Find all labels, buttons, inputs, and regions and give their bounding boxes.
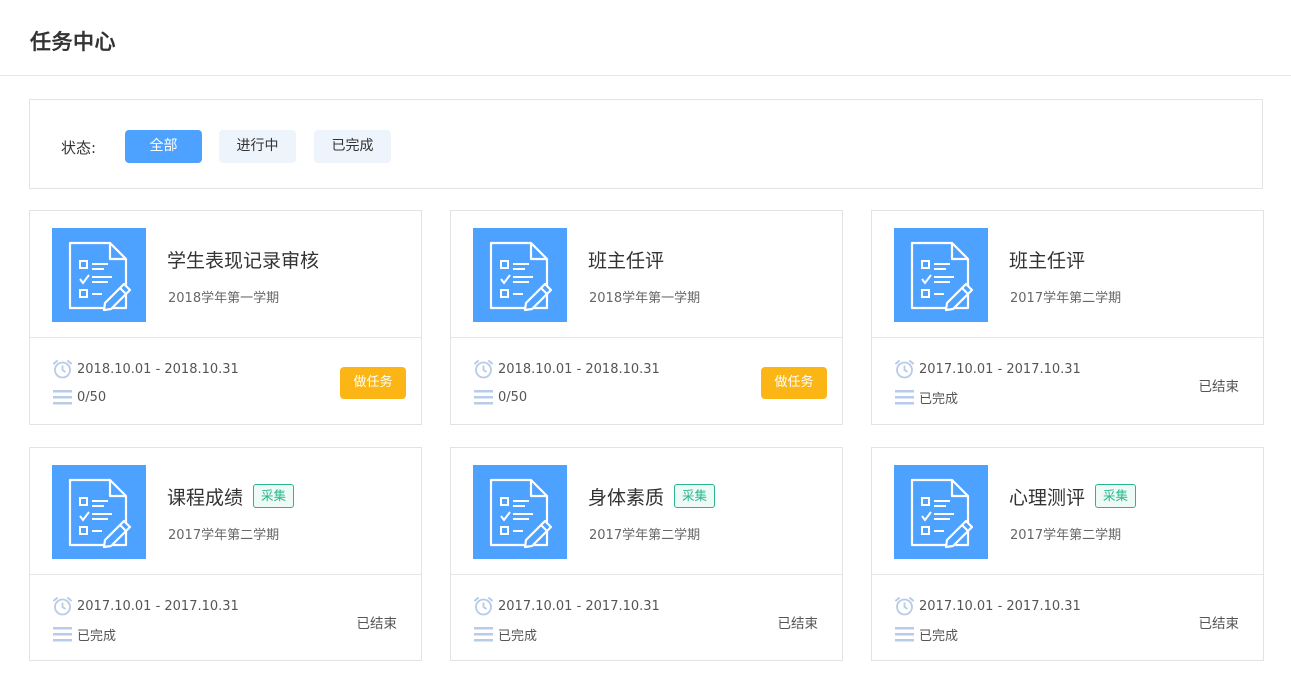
task-ended-status: 已结束 (1198, 616, 1240, 632)
task-date-range: 2017.10.01 - 2017.10.31 (919, 361, 1081, 377)
status-filter-label: 状态: (61, 139, 97, 157)
task-term: 2018学年第一学期 (168, 291, 280, 306)
card-divider (30, 574, 421, 575)
task-card[interactable]: 课程成绩 采集 2017学年第二学期 2017.10.01 - 2017.10.3… (29, 447, 422, 661)
task-date-range: 2017.10.01 - 2017.10.31 (919, 598, 1081, 614)
card-divider (872, 337, 1263, 338)
task-progress: 已完成 (919, 391, 959, 407)
page-header: 任务中心 (0, 0, 1291, 76)
task-term: 2017学年第二学期 (589, 528, 701, 543)
task-card[interactable]: 心理测评 采集 2017学年第二学期 2017.10.01 - 2017.10.3… (871, 447, 1264, 661)
task-card[interactable]: 学生表现记录审核 2018学年第一学期 2018.10.01 - 2018.10… (29, 210, 422, 425)
task-term: 2017学年第二学期 (1010, 291, 1122, 306)
page-title: 任务中心 (30, 30, 116, 54)
task-ended-status: 已结束 (356, 616, 398, 632)
list-lines-icon (894, 387, 915, 407)
alarm-clock-icon (473, 359, 494, 379)
alarm-clock-icon (52, 596, 73, 616)
task-title: 学生表现记录审核 (167, 249, 320, 272)
task-title: 班主任评 (1009, 249, 1086, 272)
task-title: 课程成绩 (167, 486, 244, 509)
task-document-icon (52, 228, 146, 322)
task-term: 2017学年第二学期 (1010, 528, 1122, 543)
alarm-clock-icon (894, 596, 915, 616)
do-task-button[interactable]: 做任务 (340, 367, 406, 399)
task-progress: 已完成 (498, 628, 538, 644)
task-card[interactable]: 班主任评 2017学年第二学期 2017.10.01 - 2017.10.31 … (871, 210, 1264, 425)
task-progress: 0/50 (498, 389, 528, 405)
task-progress: 已完成 (919, 628, 959, 644)
task-document-icon (52, 465, 146, 559)
filter-all-button[interactable]: 全部 (125, 130, 202, 163)
task-progress: 已完成 (77, 628, 117, 644)
task-card[interactable]: 身体素质 采集 2017学年第二学期 2017.10.01 - 2017.10.3… (450, 447, 843, 661)
alarm-clock-icon (52, 359, 73, 379)
task-date-range: 2018.10.01 - 2018.10.31 (77, 361, 239, 377)
task-date-range: 2017.10.01 - 2017.10.31 (498, 598, 660, 614)
task-title: 班主任评 (588, 249, 665, 272)
filter-in-progress-button[interactable]: 进行中 (219, 130, 296, 163)
task-date-range: 2017.10.01 - 2017.10.31 (77, 598, 239, 614)
do-task-button[interactable]: 做任务 (761, 367, 827, 399)
alarm-clock-icon (894, 359, 915, 379)
task-card[interactable]: 班主任评 2018学年第一学期 2018.10.01 - 2018.10.31 … (450, 210, 843, 425)
filter-completed-button[interactable]: 已完成 (314, 130, 391, 163)
task-term: 2018学年第一学期 (589, 291, 701, 306)
card-divider (30, 337, 421, 338)
task-document-icon (473, 228, 567, 322)
list-lines-icon (52, 387, 73, 407)
task-title: 心理测评 (1009, 486, 1086, 509)
task-document-icon (473, 465, 567, 559)
task-document-icon (894, 228, 988, 322)
status-filter-panel: 状态: 全部 进行中 已完成 (29, 99, 1263, 189)
task-title: 身体素质 (588, 486, 665, 509)
collect-tag: 采集 (674, 484, 716, 508)
list-lines-icon (473, 387, 494, 407)
collect-tag: 采集 (1095, 484, 1137, 508)
list-lines-icon (473, 624, 494, 644)
list-lines-icon (894, 624, 915, 644)
task-term: 2017学年第二学期 (168, 528, 280, 543)
task-ended-status: 已结束 (777, 616, 819, 632)
task-progress: 0/50 (77, 389, 107, 405)
task-ended-status: 已结束 (1198, 379, 1240, 395)
alarm-clock-icon (473, 596, 494, 616)
list-lines-icon (52, 624, 73, 644)
collect-tag: 采集 (253, 484, 295, 508)
task-date-range: 2018.10.01 - 2018.10.31 (498, 361, 660, 377)
task-document-icon (894, 465, 988, 559)
card-divider (451, 574, 842, 575)
card-divider (872, 574, 1263, 575)
card-divider (451, 337, 842, 338)
